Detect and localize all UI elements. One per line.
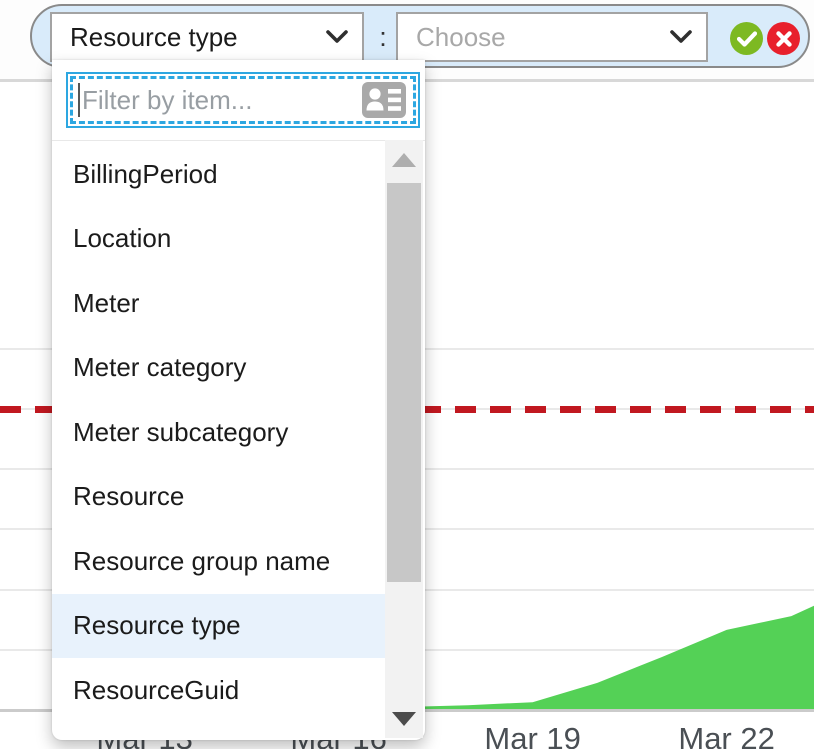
list-item[interactable]: Resource group name: [52, 529, 385, 594]
filter-separator: :: [370, 12, 396, 62]
filter-value-select[interactable]: Choose: [396, 12, 708, 62]
field-list: BillingPeriodLocationMeterMeter category…: [52, 142, 385, 723]
apply-filter-button[interactable]: [730, 22, 763, 55]
list-item[interactable]: Meter category: [52, 336, 385, 401]
list-item[interactable]: Meter: [52, 271, 385, 336]
chevron-down-icon: [670, 30, 692, 44]
scroll-up-icon[interactable]: [392, 153, 416, 167]
filter-key-select[interactable]: Resource type: [50, 12, 364, 62]
list-item[interactable]: Meter subcategory: [52, 400, 385, 465]
list-item[interactable]: BillingPeriod: [52, 142, 385, 207]
scrollbar[interactable]: [385, 140, 423, 738]
list-item[interactable]: Resource type: [52, 594, 385, 659]
list-item[interactable]: Resource: [52, 465, 385, 530]
screen: Mar 10Mar 13Mar 16Mar 19Mar 22 Resource …: [0, 0, 814, 749]
filter-key-value: Resource type: [70, 22, 238, 53]
panel-separator: [52, 140, 425, 141]
text-cursor: [78, 83, 80, 117]
x-axis-label: Mar 19: [484, 721, 580, 749]
contact-card-icon[interactable]: [361, 80, 407, 120]
filter-search-input[interactable]: Filter by item...: [66, 72, 420, 128]
filter-key-dropdown-panel: Filter by item... BillingPeriodLocationM…: [52, 60, 425, 740]
list-item[interactable]: Location: [52, 207, 385, 272]
filter-value-placeholder: Choose: [416, 22, 506, 53]
scroll-down-icon[interactable]: [392, 712, 416, 726]
close-icon: [776, 31, 792, 47]
remove-filter-button[interactable]: [767, 22, 800, 55]
chevron-down-icon: [326, 30, 348, 44]
check-icon: [737, 31, 757, 47]
filter-pill: Resource type : Choose: [30, 4, 810, 68]
x-axis-label: Mar 22: [678, 721, 774, 749]
filter-search-placeholder: Filter by item...: [82, 85, 361, 116]
list-item[interactable]: ResourceGuid: [52, 658, 385, 723]
scrollbar-thumb[interactable]: [387, 183, 421, 582]
